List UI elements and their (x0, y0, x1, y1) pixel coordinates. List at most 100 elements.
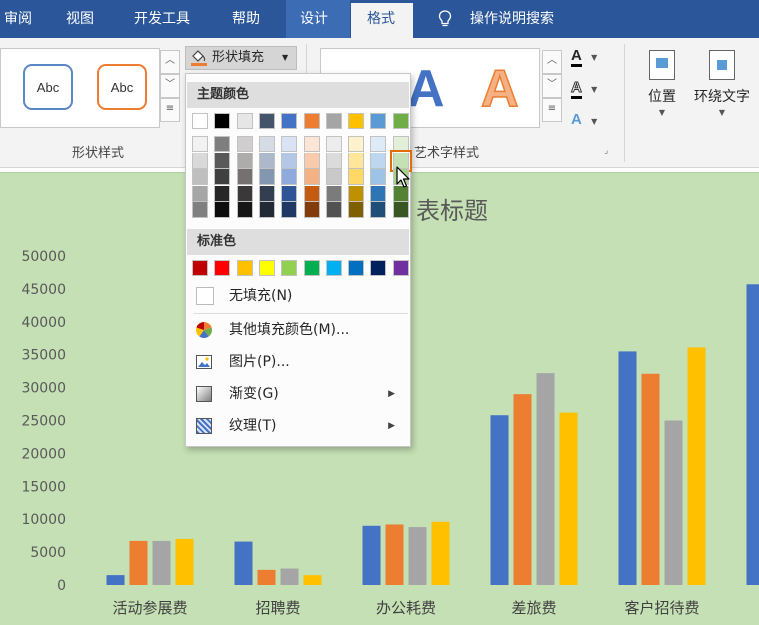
theme-color-swatch[interactable] (370, 202, 387, 218)
theme-color-swatch[interactable] (214, 202, 231, 218)
theme-color-swatch[interactable] (303, 169, 320, 185)
theme-color-swatch[interactable] (281, 136, 298, 152)
chart-bar[interactable] (152, 540, 171, 585)
standard-color-swatch[interactable] (348, 260, 365, 276)
theme-color-swatch[interactable] (348, 169, 365, 185)
text-outline-button[interactable]: A ▼ (571, 78, 597, 99)
chart-bar[interactable] (234, 541, 253, 585)
theme-color-swatch[interactable] (325, 202, 342, 218)
theme-color-swatch[interactable] (192, 113, 208, 129)
theme-color-swatch[interactable] (214, 136, 231, 152)
theme-color-swatch[interactable] (303, 113, 320, 129)
theme-color-swatch[interactable] (214, 169, 231, 185)
chart-title[interactable]: 表标题 (416, 197, 488, 225)
theme-color-swatch[interactable] (392, 113, 409, 129)
chart-bar[interactable] (490, 415, 509, 585)
chart-bar[interactable] (641, 373, 660, 585)
theme-color-swatch[interactable] (281, 113, 298, 129)
gallery-down-button[interactable]: ﹀ (160, 74, 180, 98)
gradient-fill-item[interactable]: 渐变(G) ▶ (187, 378, 409, 410)
gallery-more-button[interactable]: ≡ (160, 98, 180, 122)
chart-bar[interactable] (303, 575, 322, 585)
theme-color-swatch[interactable] (348, 202, 365, 218)
texture-fill-item[interactable]: 纹理(T) ▶ (187, 410, 409, 442)
theme-color-swatch[interactable] (325, 136, 342, 152)
theme-color-swatch[interactable] (281, 185, 298, 202)
standard-color-swatch[interactable] (236, 260, 253, 276)
theme-color-swatch[interactable] (348, 152, 365, 169)
theme-color-swatch[interactable] (258, 202, 275, 218)
wordart-style-blue[interactable]: A (407, 63, 445, 115)
theme-color-swatch[interactable] (348, 136, 365, 152)
theme-color-swatch[interactable] (370, 169, 387, 185)
theme-color-swatch[interactable] (236, 136, 253, 152)
chart-bar[interactable] (513, 394, 532, 585)
tab-help[interactable]: 帮助 (232, 0, 260, 38)
chart-bar[interactable] (618, 351, 637, 585)
theme-color-swatch[interactable] (214, 152, 231, 169)
shape-fill-button[interactable]: 形状填充 ▼ (185, 46, 297, 70)
theme-color-swatch[interactable] (348, 185, 365, 202)
standard-color-swatch[interactable] (281, 260, 298, 276)
wordart-up-button[interactable]: ︿ (542, 50, 562, 74)
theme-color-swatch[interactable] (258, 185, 275, 202)
theme-color-swatch[interactable] (392, 202, 409, 218)
chart-bar[interactable] (385, 524, 404, 585)
chart-bar[interactable] (175, 538, 194, 585)
chart-bar[interactable] (280, 568, 299, 585)
theme-color-swatch[interactable] (258, 136, 275, 152)
shape-style-orange[interactable]: Abc (97, 64, 147, 110)
wrap-text-button[interactable]: 环绕文字 ▼ (688, 50, 756, 117)
wordart-more-button[interactable]: ≡ (542, 98, 562, 122)
chart-bar[interactable] (431, 521, 450, 585)
text-effects-button[interactable]: A ▼ (571, 110, 597, 128)
theme-color-swatch[interactable] (192, 136, 208, 152)
dialog-launcher-icon[interactable]: ⌟ (604, 146, 608, 156)
theme-color-swatch[interactable] (192, 202, 208, 218)
theme-color-swatch[interactable] (236, 202, 253, 218)
tab-design[interactable]: 设计 (286, 0, 350, 38)
standard-color-swatch[interactable] (325, 260, 342, 276)
theme-color-swatch[interactable] (325, 185, 342, 202)
chart-bar[interactable] (536, 373, 555, 585)
theme-color-swatch[interactable] (303, 202, 320, 218)
theme-color-swatch[interactable] (281, 169, 298, 185)
theme-color-swatch[interactable] (281, 202, 298, 218)
theme-color-swatch[interactable] (370, 113, 387, 129)
theme-color-swatch[interactable] (370, 152, 387, 169)
theme-color-swatch[interactable] (192, 169, 208, 185)
tab-view[interactable]: 视图 (66, 0, 94, 38)
tab-format[interactable]: 格式 (351, 3, 413, 38)
theme-color-swatch[interactable] (348, 113, 365, 129)
chart-bar[interactable] (257, 569, 276, 585)
standard-color-swatch[interactable] (392, 260, 409, 276)
theme-color-swatch[interactable] (214, 113, 231, 129)
theme-color-swatch[interactable] (303, 152, 320, 169)
theme-color-swatch[interactable] (370, 185, 387, 202)
theme-color-swatch[interactable] (192, 152, 208, 169)
theme-color-swatch[interactable] (370, 136, 387, 152)
standard-color-swatch[interactable] (303, 260, 320, 276)
theme-color-swatch[interactable] (236, 152, 253, 169)
chart-bar[interactable] (106, 575, 125, 585)
gallery-up-button[interactable]: ︿ (160, 50, 180, 74)
theme-color-swatch[interactable] (258, 169, 275, 185)
tab-review[interactable]: 审阅 (4, 0, 32, 38)
chart-bar[interactable] (687, 347, 706, 585)
chart-bar[interactable] (559, 412, 578, 585)
theme-color-swatch[interactable] (258, 113, 275, 129)
theme-color-swatch[interactable] (325, 152, 342, 169)
chart-bar[interactable] (362, 525, 381, 585)
theme-color-swatch[interactable] (303, 185, 320, 202)
standard-color-swatch[interactable] (258, 260, 275, 276)
picture-fill-item[interactable]: 图片(P)... (187, 346, 409, 378)
standard-color-swatch[interactable] (192, 260, 208, 276)
theme-color-swatch[interactable] (325, 113, 342, 129)
text-fill-button[interactable]: A ▼ (571, 46, 597, 67)
theme-color-swatch[interactable] (236, 169, 253, 185)
more-fill-colors-item[interactable]: 其他填充颜色(M)... (187, 314, 409, 346)
chart-bar[interactable] (129, 540, 148, 585)
chart-bar[interactable] (664, 420, 683, 586)
standard-color-swatch[interactable] (370, 260, 387, 276)
theme-color-swatch[interactable] (236, 113, 253, 129)
